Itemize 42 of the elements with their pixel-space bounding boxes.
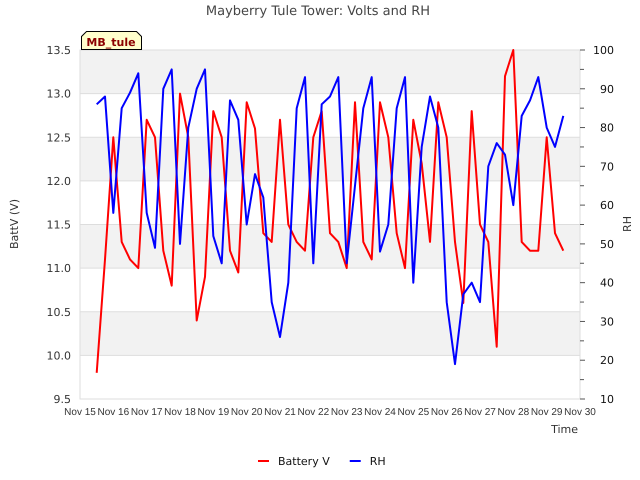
y-tick-label: 11.0 [46,262,71,276]
right-tick-label: 10 [600,393,614,406]
x-tick-label: Nov 19 [198,407,230,418]
right-tick-label: 40 [600,276,614,290]
y-tick-label: 12.0 [46,174,71,188]
y-tick-label: 9.5 [54,393,71,406]
x-tick-label: Nov 21 [264,407,296,418]
x-tick-label: Nov 28 [498,407,530,418]
y-tick-label: 13.5 [46,44,71,57]
x-axis-label: Time [551,423,578,436]
right-tick-label: 80 [600,122,614,135]
x-tick-label: Nov 27 [464,407,496,418]
x-tick-label: Nov 30 [564,407,596,418]
x-tick-label: Nov 23 [330,407,362,418]
right-tick-label: 30 [600,315,614,328]
right-tick-label: 70 [600,160,614,174]
legend-label: RH [370,455,386,468]
right-tick-label: 100 [593,44,614,57]
x-tick-label: Nov 22 [298,407,330,418]
x-tick-label: Nov 29 [530,407,562,418]
y-axis-label: RH [621,216,634,232]
right-tick-label: 90 [600,82,614,96]
right-tick-label: 60 [600,199,614,212]
chart-title: Mayberry Tule Tower: Volts and RH [206,4,430,19]
x-tick-label: Nov 25 [398,407,430,418]
x-tick-label: Nov 20 [230,407,262,418]
x-tick-label: Nov 15 [64,407,96,418]
x-tick-label: Nov 18 [164,407,196,418]
y-axis-label: BattV (V) [8,198,21,250]
y-tick-label: 10.0 [46,349,71,362]
legend-label: Battery V [278,455,330,468]
x-tick-label: Nov 26 [430,407,462,418]
y-tick-label: 10.5 [46,306,71,319]
y-tick-label: 11.5 [46,218,71,232]
x-tick-label: Nov 17 [130,407,162,418]
y-tick-label: 13.0 [46,88,71,101]
right-tick-label: 20 [600,354,614,368]
right-tick-label: 50 [600,238,614,251]
x-tick-label: Nov 16 [98,407,130,418]
y-tick-label: 12.5 [46,131,71,144]
x-tick-label: Nov 24 [364,407,396,418]
site-tag: MB_tule [81,31,142,50]
